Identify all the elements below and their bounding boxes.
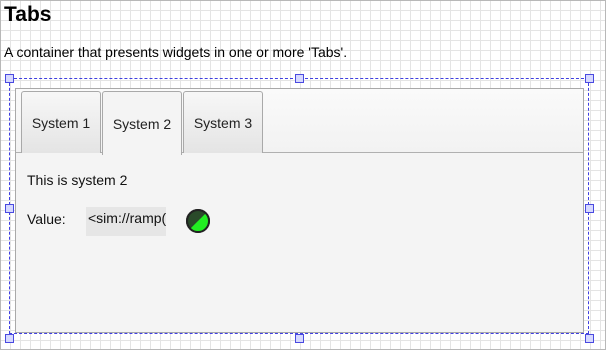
tab-content-label: This is system 2 (27, 172, 128, 188)
value-label: Value: (27, 211, 66, 227)
resize-handle-top-left[interactable] (5, 74, 14, 83)
page-title: Tabs (4, 3, 52, 26)
tab-strip: System 1 System 2 System 3 (16, 89, 583, 155)
resize-handle-right[interactable] (585, 204, 594, 213)
resize-handle-bottom-right[interactable] (585, 334, 594, 343)
led-indicator-icon (186, 209, 210, 233)
tabs-widget[interactable]: System 1 System 2 System 3 This is syste… (15, 88, 584, 333)
resize-handle-top[interactable] (295, 74, 304, 83)
resize-handle-top-right[interactable] (585, 74, 594, 83)
value-text-update: <sim://ramp( (86, 207, 166, 236)
page-description: A container that presents widgets in one… (4, 44, 348, 60)
tab-system-3[interactable]: System 3 (183, 91, 263, 153)
resize-handle-bottom-left[interactable] (5, 334, 14, 343)
resize-handle-bottom[interactable] (295, 334, 304, 343)
tab-system-1[interactable]: System 1 (21, 91, 101, 153)
resize-handle-left[interactable] (5, 204, 14, 213)
tab-system-2[interactable]: System 2 (102, 91, 182, 155)
